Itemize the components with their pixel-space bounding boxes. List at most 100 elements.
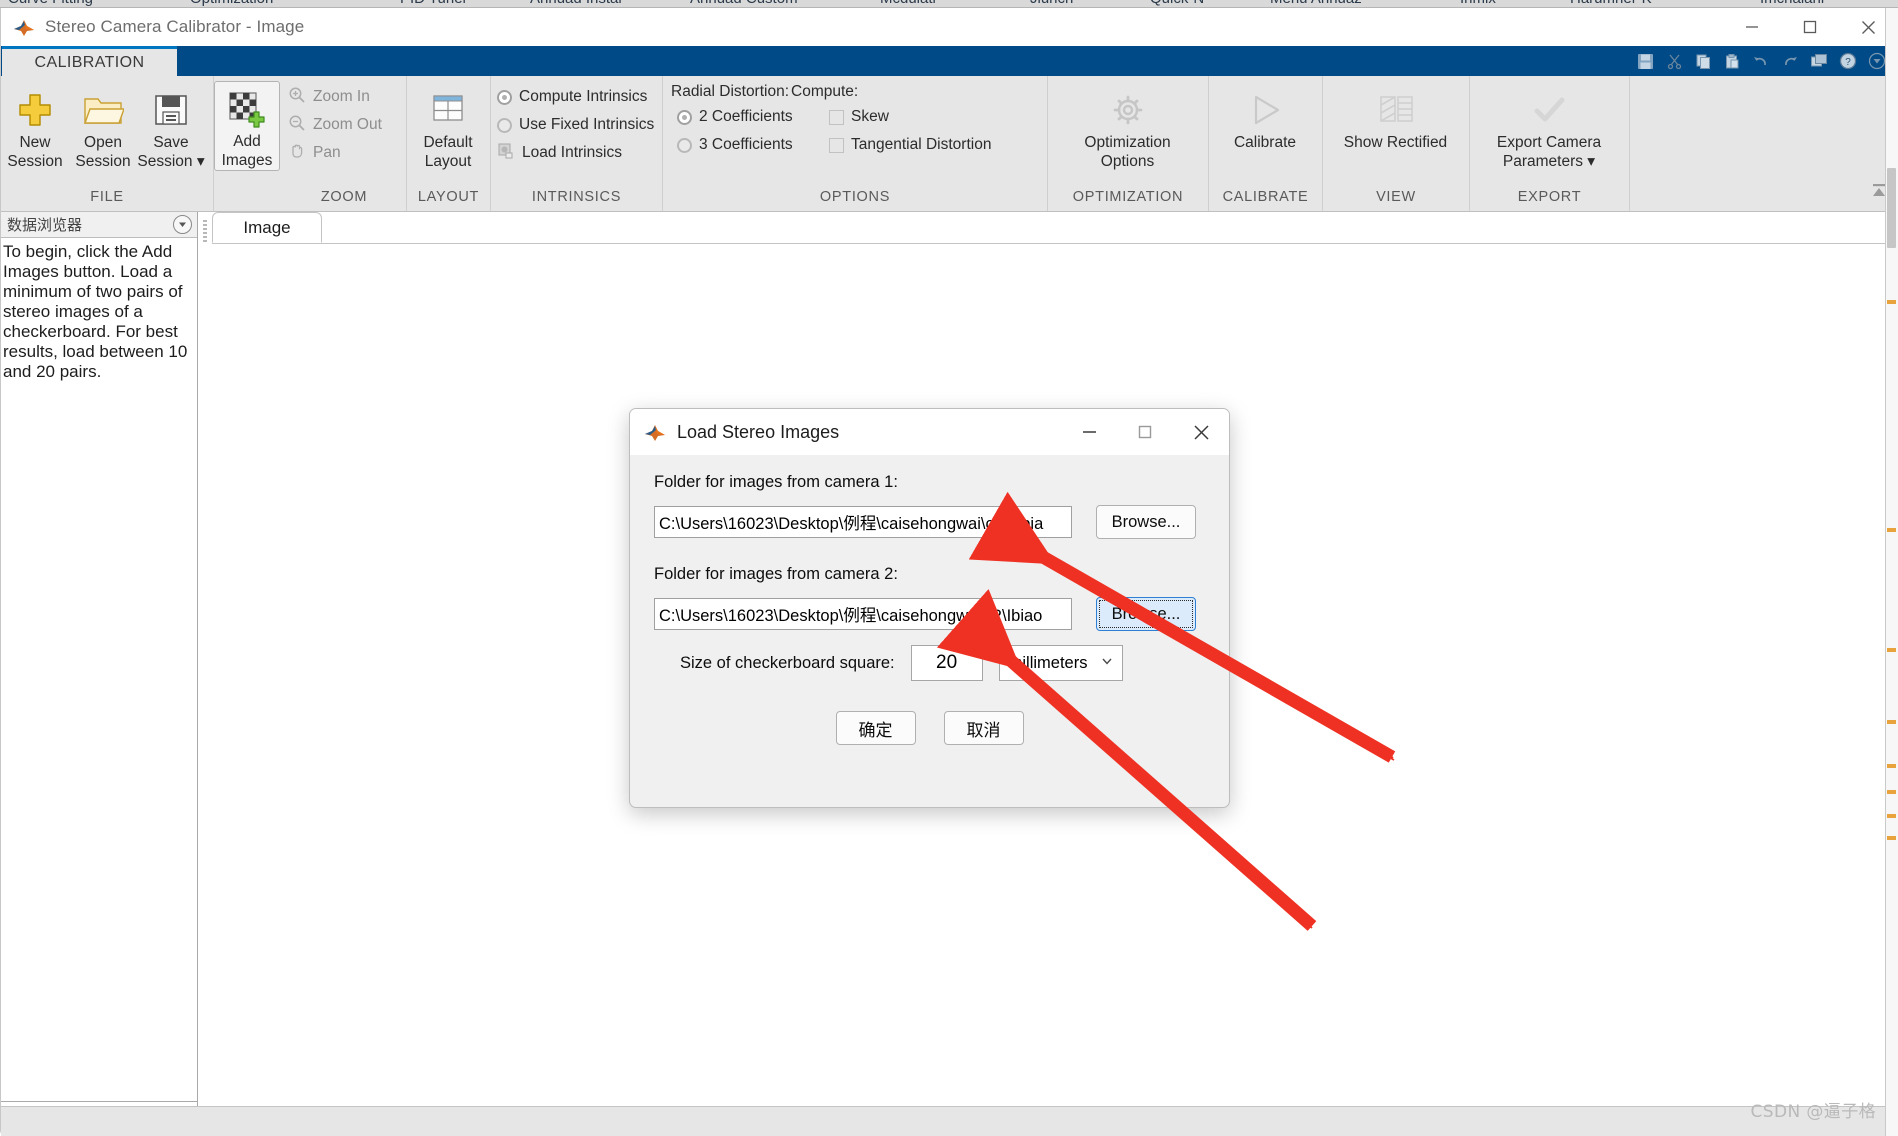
radio-icon [677,137,692,153]
minimize-icon[interactable] [1061,409,1117,455]
optimization-options-button[interactable]: Optimization Options [1048,83,1207,171]
load-intrinsics-button[interactable]: Load Intrinsics [491,139,654,167]
bg-label-11: Imchalahi [1760,0,1824,7]
ribbon-group-optimization: Optimization Options OPTIMIZATION [1048,76,1209,211]
ok-button[interactable]: 确定 [835,711,916,745]
ribbon-group-file: New Session Open Session Save Session ▾ … [1,76,214,211]
splitter-grip-icon [203,220,207,244]
data-browser-title: 数据浏览器 [7,216,83,234]
tab-image[interactable]: Image [212,212,322,243]
ribbon-group-zoom: Zoom In Zoom Out Pan ZOOM [282,76,407,211]
export-camera-parameters-label: Export Camera Parameters ▾ [1496,134,1602,170]
ribbon-group-calibrate: Calibrate CALIBRATE [1209,76,1323,211]
maximize-icon[interactable] [1117,409,1173,455]
calibrate-button[interactable]: Calibrate [1209,83,1321,152]
ribbon-group-calibrate-title: CALIBRATE [1222,189,1309,205]
save-icon[interactable] [1633,49,1657,73]
calibrate-label: Calibrate [1233,134,1297,151]
paste-icon[interactable] [1720,49,1744,73]
camera2-row: C:\Users\16023\Desktop\例程\caisehongwai\I… [654,597,1205,631]
radio-icon [497,117,512,133]
skew-checkbox[interactable]: Skew [823,103,991,131]
ribbon-group-export-title: EXPORT [1517,189,1582,205]
maximize-icon[interactable] [1781,8,1839,46]
panel-splitter[interactable] [198,212,212,1136]
three-coefficients-radio[interactable]: 3 Coefficients [671,131,823,159]
app-root: Curve Fitting Optimization PID Tuner Ann… [0,0,1898,1136]
ribbon-group-add-images-title [214,187,282,211]
camera1-path-input[interactable]: C:\Users\16023\Desktop\例程\caisehongwai\c… [654,506,1072,538]
csdn-watermark: CSDN @逼子格 [1750,1102,1876,1122]
ribbon-group-layout-title: LAYOUT [417,189,480,205]
checkerboard-size-input[interactable]: 20 [910,645,983,681]
checkbox-icon [829,109,844,125]
zoom-out-icon [288,114,306,137]
default-layout-label: Default Layout [423,134,473,170]
checkmark-icon [1527,87,1571,133]
camera1-browse-button[interactable]: Browse... [1096,505,1196,539]
zoom-in-icon [288,86,306,109]
scroll-marker [1887,836,1896,840]
use-fixed-intrinsics-radio[interactable]: Use Fixed Intrinsics [491,111,654,139]
export-camera-parameters-button[interactable]: Export Camera Parameters ▾ [1470,83,1628,171]
two-coefficients-radio[interactable]: 2 Coefficients [671,103,823,131]
title-bar: Stereo Camera Calibrator - Image [1,8,1897,46]
quick-access-toolbar: ? [1633,46,1889,76]
layout-icon[interactable] [1807,49,1831,73]
tangential-distortion-checkbox[interactable]: Tangential Distortion [823,131,991,159]
panel-collapse-icon[interactable] [173,215,192,234]
ribbon-group-intrinsics-title: INTRINSICS [531,189,622,205]
minimize-icon[interactable] [1723,8,1781,46]
bg-label-9: Inmix [1460,0,1496,7]
background-window-strip: Curve Fitting Optimization PID Tuner Ann… [0,0,1898,8]
checkerboard-size-row: Size of checkerboard square: 20 millimet… [654,645,1205,681]
matlab-logo-icon [644,422,666,442]
ribbon-group-export: Export Camera Parameters ▾ EXPORT [1470,76,1630,211]
add-images-button[interactable]: Add Images [214,81,280,171]
tab-calibration[interactable]: CALIBRATION [2,46,177,76]
cut-icon[interactable] [1662,49,1686,73]
scroll-marker [1887,814,1896,818]
scroll-marker [1887,790,1896,794]
rectified-pair-icon [1374,87,1418,133]
camera2-browse-button[interactable]: Browse... [1096,597,1196,631]
plus-icon [15,87,55,133]
new-session-button[interactable]: New Session [1,83,69,171]
bg-label-3: Annuad Instal [530,0,622,7]
units-select[interactable]: millimeters [998,645,1123,681]
undo-icon[interactable] [1749,49,1773,73]
ribbon-group-optimization-title: OPTIMIZATION [1072,189,1184,205]
dialog-window-controls [1061,409,1229,455]
close-icon[interactable] [1173,409,1229,455]
save-session-button[interactable]: Save Session ▾ [137,83,205,171]
checkerboard-plus-icon [227,86,267,132]
show-rectified-button[interactable]: Show Rectified [1323,83,1468,152]
ribbon-group-view: Show Rectified VIEW [1323,76,1470,211]
zoom-in-item[interactable]: Zoom In [282,83,382,111]
dialog-title: Load Stereo Images [677,421,840,442]
help-icon[interactable]: ? [1836,49,1860,73]
camera2-path-input[interactable]: C:\Users\16023\Desktop\例程\caisehongwai\I… [654,598,1072,630]
skew-label: Skew [851,108,889,125]
zoom-out-item[interactable]: Zoom Out [282,111,382,139]
bg-label-0: Curve Fitting [8,0,93,7]
default-layout-button[interactable]: Default Layout [407,83,489,171]
dialog-action-buttons: 确定 取消 [654,711,1205,745]
three-coefficients-label: 3 Coefficients [699,136,793,153]
new-session-label: New Session [7,134,63,170]
window-title: Stereo Camera Calibrator - Image [45,17,305,36]
scroll-marker [1887,764,1896,768]
gear-icon [1108,87,1148,133]
scrollbar-thumb[interactable] [1887,168,1896,248]
load-stereo-images-dialog: Load Stereo Images Folder for images fro… [629,408,1230,808]
compute-intrinsics-radio[interactable]: Compute Intrinsics [491,83,654,111]
open-session-button[interactable]: Open Session [69,83,137,171]
pan-item[interactable]: Pan [282,139,382,167]
bg-label-6: Jiunch [1030,0,1073,7]
redo-icon[interactable] [1778,49,1802,73]
pan-label: Pan [313,144,341,161]
copy-icon[interactable] [1691,49,1715,73]
cancel-button[interactable]: 取消 [943,711,1024,745]
add-images-label: Add Images [221,133,273,169]
background-scrollbar[interactable] [1885,8,1898,1136]
